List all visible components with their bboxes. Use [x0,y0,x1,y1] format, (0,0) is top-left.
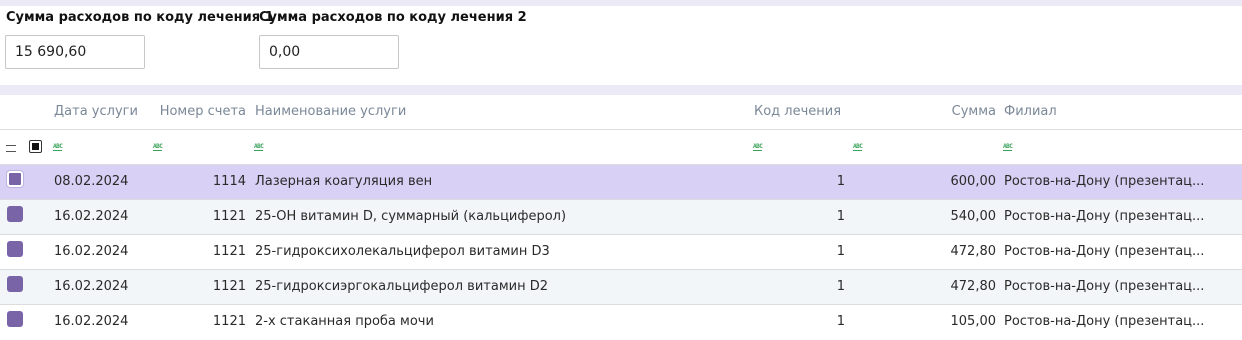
table-row[interactable]: 16.02.2024 1121 25-ОН витамин D, суммарн… [0,200,1242,235]
cell-branch: Ростов-на-Дону (презентац... [1004,244,1205,259]
cell-date: 16.02.2024 [54,244,129,259]
select-all-checkbox[interactable] [29,140,42,153]
cell-account: 1121 [212,314,246,329]
filter-date-icon[interactable]: ABC [53,143,63,151]
column-header-account[interactable]: Номер счета [150,104,246,119]
filter-branch-icon-label: ABC [1003,143,1013,151]
code1-sum-field[interactable]: 15 690,60 [5,35,145,69]
row-checkbox[interactable] [7,206,23,222]
cell-sum: 472,80 [950,244,997,259]
column-header-sum[interactable]: Сумма [900,104,996,119]
filter-row-top-border [0,129,1242,130]
table-row[interactable]: 08.02.2024 1114 Лазерная коагуляция вен … [0,165,1242,200]
filter-branch-icon[interactable]: ABC [1003,143,1013,151]
filter-sum-icon-label: ABC [853,143,863,151]
column-header-service[interactable]: Наименование услуги [255,104,406,119]
cell-sum: 472,80 [950,279,997,294]
cell-service: 25-гидроксихолекальциферол витамин D3 [255,244,550,259]
filter-code-icon[interactable]: ABC [753,143,763,151]
cell-date: 16.02.2024 [54,279,129,294]
cell-code: 1 [836,279,845,294]
table-row[interactable]: 16.02.2024 1121 2-х стаканная проба мочи… [0,305,1242,340]
cell-branch: Ростов-на-Дону (презентац... [1004,209,1205,224]
table-row[interactable]: 16.02.2024 1121 25-гидроксиэргокальцифер… [0,270,1242,305]
cell-service: Лазерная коагуляция вен [255,174,433,189]
cell-sum: 105,00 [950,314,997,329]
cell-date: 16.02.2024 [54,209,129,224]
cell-code: 1 [836,174,845,189]
table-row[interactable]: 16.02.2024 1121 25-гидроксихолекальцифер… [0,235,1242,270]
filter-service-icon-label: ABC [254,143,264,151]
cell-date: 08.02.2024 [54,174,129,189]
code2-sum-label: Сумма расходов по коду лечения 2 [259,10,527,25]
column-header-branch[interactable]: Филиал [1004,104,1057,119]
filter-account-icon[interactable]: ABC [153,143,163,151]
cell-branch: Ростов-на-Дону (презентац... [1004,314,1205,329]
cell-service: 2-х стаканная проба мочи [255,314,434,329]
cell-date: 16.02.2024 [54,314,129,329]
row-drag-icon[interactable] [6,145,16,152]
code1-sum-label: Сумма расходов по коду лечения 1 [6,10,274,25]
code2-sum-field[interactable]: 0,00 [259,35,399,69]
cell-code: 1 [836,314,845,329]
row-checkbox[interactable] [7,171,23,187]
filter-service-icon[interactable]: ABC [254,143,264,151]
cell-branch: Ростов-на-Дону (презентац... [1004,174,1205,189]
row-checkbox[interactable] [7,311,23,327]
filter-sum-icon[interactable]: ABC [853,143,863,151]
row-checkbox[interactable] [7,241,23,257]
cell-service: 25-ОН витамин D, суммарный (кальциферол) [255,209,567,224]
cell-service: 25-гидроксиэргокальциферол витамин D2 [255,279,548,294]
cell-code: 1 [836,209,845,224]
column-header-code[interactable]: Код лечения [754,104,841,119]
section-divider-strip [0,85,1242,95]
filter-account-icon-label: ABC [153,143,163,151]
cell-code: 1 [836,244,845,259]
cell-sum: 600,00 [950,174,997,189]
cell-account: 1121 [212,209,246,224]
cell-sum: 540,00 [950,209,997,224]
top-divider-strip [0,0,1242,6]
filter-date-icon-label: ABC [53,143,63,151]
cell-account: 1114 [212,174,246,189]
column-header-date[interactable]: Дата услуги [54,104,138,119]
cell-account: 1121 [212,244,246,259]
filter-code-icon-label: ABC [753,143,763,151]
cell-branch: Ростов-на-Дону (презентац... [1004,279,1205,294]
row-checkbox[interactable] [7,276,23,292]
cell-account: 1121 [212,279,246,294]
